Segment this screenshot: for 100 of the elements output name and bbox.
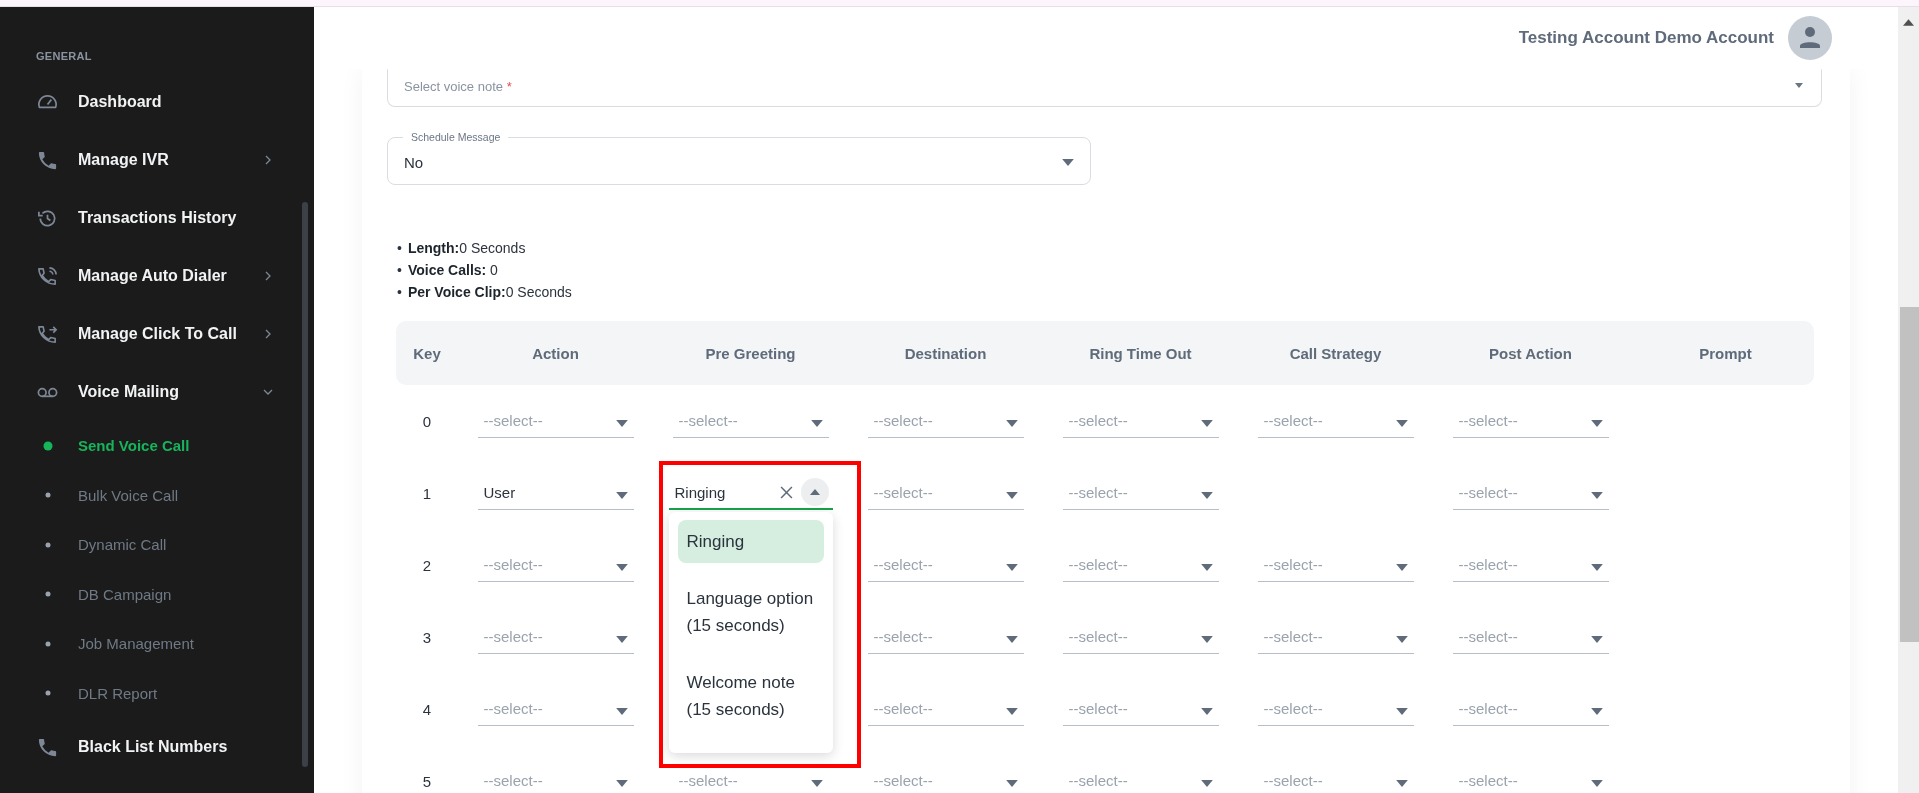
caret-down-icon <box>1395 564 1408 571</box>
nav-item[interactable]: Dashboard <box>0 73 314 131</box>
caret-down-icon <box>1200 636 1213 643</box>
caret-down-icon <box>615 780 628 787</box>
column-header: Prompt <box>1698 344 1753 362</box>
caret-up-icon <box>809 489 820 495</box>
select-field[interactable]: --select-- <box>1062 476 1219 510</box>
select-field[interactable]: --select-- <box>1452 692 1609 726</box>
select-field[interactable]: --select-- <box>1062 404 1219 438</box>
caret-down-icon <box>1395 708 1408 715</box>
caret-down-icon <box>810 420 823 427</box>
select-field[interactable]: User <box>477 476 634 510</box>
select-field[interactable]: --select-- <box>1257 548 1414 582</box>
nav-item[interactable]: Manage IVR <box>0 131 314 189</box>
caret-down-icon <box>1590 708 1603 715</box>
submenu-item[interactable]: Dynamic Call <box>0 520 314 570</box>
caret-down-icon <box>1590 636 1603 643</box>
select-field[interactable]: --select-- <box>1452 548 1609 582</box>
select-field[interactable]: --select-- <box>1257 404 1414 438</box>
select-field[interactable]: --select-- <box>867 548 1024 582</box>
collapse-button[interactable] <box>800 478 829 506</box>
select-field[interactable]: --select-- <box>477 620 634 654</box>
caret-down-icon <box>615 636 628 643</box>
select-field[interactable]: --select-- <box>477 404 634 438</box>
caret-down-icon <box>1005 708 1018 715</box>
avatar-icon[interactable] <box>1788 16 1832 60</box>
summary-item: Length:0 Seconds <box>407 239 526 258</box>
select-field[interactable]: --select-- <box>1062 548 1219 582</box>
clear-icon[interactable] <box>779 485 793 499</box>
select-field[interactable]: --select-- <box>1257 692 1414 726</box>
nav-item[interactable]: Black List Numbers <box>0 718 314 776</box>
caret-down-icon <box>615 708 628 715</box>
select-field[interactable]: --select-- <box>1452 404 1609 438</box>
select-field[interactable]: --select-- <box>1257 764 1414 793</box>
dropdown-option[interactable]: Ringing <box>677 520 824 563</box>
column-header: Pre Greeting <box>704 344 797 362</box>
select-field[interactable]: --select-- <box>672 764 829 793</box>
autocomplete-field[interactable]: Ringing <box>668 476 833 510</box>
caret-down-icon <box>1200 708 1213 715</box>
section-label: GENERAL <box>36 50 93 64</box>
scrollbar-thumb[interactable] <box>302 202 308 767</box>
row-key: 1 <box>422 484 432 502</box>
row-key: 2 <box>422 556 432 574</box>
dropdown-option[interactable]: Language option (15 seconds) <box>677 577 824 647</box>
submenu-item[interactable]: Job Management <box>0 619 314 669</box>
caret-down-icon <box>1005 564 1018 571</box>
select-field[interactable]: --select-- <box>672 404 829 438</box>
caret-down-icon <box>1005 420 1018 427</box>
bullet-icon: • <box>397 237 402 259</box>
caret-down-icon <box>1200 780 1213 787</box>
dropdown-option[interactable]: Welcome note (15 seconds) <box>677 661 824 731</box>
caret-down-icon <box>1005 636 1018 643</box>
scrollbar-thumb[interactable] <box>1900 307 1919 642</box>
select-field[interactable]: --select-- <box>1452 476 1609 510</box>
nav-item[interactable]: Manage Auto Dialer <box>0 247 314 305</box>
bullet-icon: • <box>397 281 402 303</box>
column-header: Action <box>531 344 580 362</box>
select-field[interactable]: --select-- <box>1452 620 1609 654</box>
nav-item[interactable]: Transactions History <box>0 189 314 247</box>
select-field[interactable]: --select-- <box>1452 764 1609 793</box>
caret-down-icon <box>1590 420 1603 427</box>
summary-item: Per Voice Clip:0 Seconds <box>407 283 572 302</box>
row-key: 4 <box>422 700 432 718</box>
caret-down-icon <box>1200 420 1213 427</box>
select-field[interactable]: --select-- <box>867 620 1024 654</box>
phone-call-icon <box>36 264 59 288</box>
select-field[interactable]: --select-- <box>867 764 1024 793</box>
select-field[interactable]: --select-- <box>1062 620 1219 654</box>
bullet-icon: • <box>397 259 402 281</box>
caret-down-icon <box>1395 636 1408 643</box>
nav-item[interactable]: Voice Mailing <box>0 363 314 421</box>
submenu-item[interactable]: Send Voice Call <box>0 421 314 471</box>
row-key: 3 <box>422 628 432 646</box>
select-field[interactable]: --select-- <box>867 692 1024 726</box>
caret-down-icon <box>1062 158 1074 166</box>
select-field[interactable]: --select-- <box>867 404 1024 438</box>
submenu-item[interactable]: Bulk Voice Call <box>0 470 314 520</box>
nav-item[interactable]: Manage Click To Call <box>0 305 314 363</box>
select-field[interactable]: Select voice note * <box>387 69 1822 107</box>
column-header: Call Strategy <box>1288 344 1383 362</box>
select-field[interactable]: --select-- <box>1062 764 1219 793</box>
caret-down-icon <box>1590 492 1603 499</box>
column-header: Destination <box>903 344 988 362</box>
caret-down-icon <box>1795 83 1803 88</box>
select-field[interactable]: --select-- <box>477 692 634 726</box>
submenu-item[interactable]: DB Campaign <box>0 569 314 619</box>
column-header: Key <box>412 344 442 362</box>
select-field[interactable]: --select-- <box>1062 692 1219 726</box>
caret-down-icon <box>1200 564 1213 571</box>
bullet-icon <box>42 439 54 452</box>
select-field[interactable]: --select-- <box>1257 620 1414 654</box>
scroll-up-icon[interactable] <box>1903 19 1914 26</box>
caret-down-icon <box>1005 780 1018 787</box>
select-field[interactable]: Schedule Message No <box>387 131 1091 185</box>
select-field[interactable]: --select-- <box>867 476 1024 510</box>
select-field[interactable]: --select-- <box>477 548 634 582</box>
select-field[interactable]: --select-- <box>477 764 634 793</box>
caret-down-icon <box>1005 492 1018 499</box>
submenu-item[interactable]: DLR Report <box>0 668 314 718</box>
caret-down-icon <box>1395 420 1408 427</box>
